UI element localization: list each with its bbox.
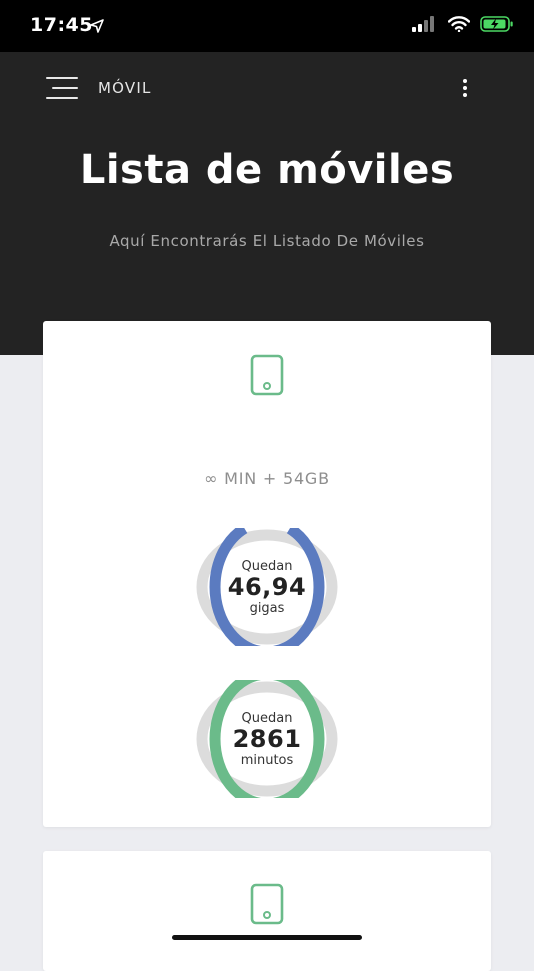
minutes-ring-unit: minutos bbox=[240, 752, 294, 768]
page-title: Lista de móviles bbox=[79, 147, 455, 193]
minutes-ring-caption: Quedan bbox=[241, 710, 293, 726]
minutes-remaining-ring: Quedan 2861 minutos bbox=[195, 680, 339, 798]
data-remaining-value: 46,94 bbox=[227, 572, 307, 601]
page-subtitle: Aquí Encontrarás El Listado De Móviles bbox=[109, 232, 425, 250]
hamburger-menu-icon[interactable] bbox=[46, 77, 78, 99]
data-ring-unit: gigas bbox=[249, 600, 285, 616]
mobile-phone-icon bbox=[249, 883, 285, 925]
header: MÓVIL Lista de móviles Aquí Encontrarás … bbox=[0, 52, 534, 355]
home-indicator bbox=[172, 935, 362, 940]
data-ring-caption: Quedan bbox=[241, 558, 293, 574]
wifi-icon bbox=[447, 16, 471, 36]
plan-label: ∞ MIN + 54GB bbox=[204, 469, 330, 488]
location-arrow-icon bbox=[90, 18, 104, 37]
mobile-phone-icon bbox=[249, 354, 285, 396]
status-bar: 17:45 bbox=[0, 0, 534, 52]
battery-charging-icon bbox=[480, 16, 514, 36]
minutes-remaining-value: 2861 bbox=[232, 724, 302, 753]
mobile-line-card[interactable] bbox=[43, 851, 491, 971]
status-time: 17:45 bbox=[30, 14, 93, 36]
mobile-line-card[interactable]: ∞ MIN + 54GB Quedan 46,94 gigas Quedan 2… bbox=[43, 321, 491, 827]
section-label: MÓVIL bbox=[98, 79, 152, 97]
data-remaining-ring: Quedan 46,94 gigas bbox=[195, 528, 339, 646]
status-icons bbox=[412, 16, 514, 36]
signal-icon bbox=[412, 16, 438, 36]
more-options-icon[interactable] bbox=[462, 77, 470, 99]
